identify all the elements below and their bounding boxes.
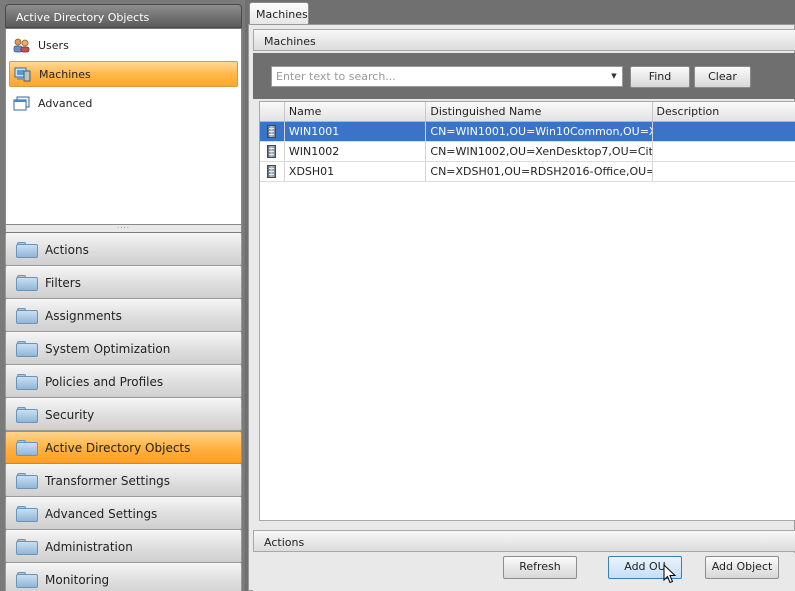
group-security[interactable]: Security	[5, 398, 242, 431]
cell-name: XDSH01	[285, 162, 427, 181]
search-placeholder: Enter text to search...	[276, 70, 396, 83]
group-label: Assignments	[45, 308, 122, 323]
group-label: Monitoring	[45, 572, 110, 587]
nav-item-label: Users	[38, 38, 69, 52]
machines-icon	[14, 67, 31, 82]
nav-items-list: Users Machines Advanced	[5, 29, 242, 225]
table-row[interactable]: WIN1001 CN=WIN1001,OU=Win10Common,OU=Xe.…	[260, 122, 795, 142]
column-header-distinguished-name[interactable]: Distinguished Name	[426, 102, 653, 121]
nav-item-machines[interactable]: Machines	[9, 61, 238, 87]
table-row[interactable]: XDSH01 CN=XDSH01,OU=RDSH2016-Office,OU=X…	[260, 162, 795, 182]
advanced-icon	[13, 96, 30, 111]
tab-machines[interactable]: Machines	[249, 2, 309, 25]
panel-splitter[interactable]: ....	[5, 223, 242, 232]
navigation-groups: Actions Filters Assignments System Optim…	[5, 233, 242, 591]
table-header: Name Distinguished Name Description	[260, 102, 795, 122]
chevron-down-icon[interactable]: ▼	[608, 69, 620, 83]
cell-name: WIN1001	[285, 122, 427, 141]
nav-item-label: Advanced	[38, 96, 93, 110]
folder-icon	[16, 340, 38, 357]
group-label: Active Directory Objects	[45, 440, 191, 455]
group-label: Policies and Profiles	[45, 374, 164, 389]
folder-icon	[16, 241, 38, 258]
search-input[interactable]: Enter text to search... ▼	[271, 66, 623, 87]
left-navigation-panel: Active Directory Objects Users Machines …	[0, 0, 245, 591]
folder-icon	[16, 538, 38, 555]
group-transformer-settings[interactable]: Transformer Settings	[5, 464, 242, 497]
refresh-button[interactable]: Refresh	[503, 556, 577, 579]
group-policies-and-profiles[interactable]: Policies and Profiles	[5, 365, 242, 398]
actions-bar: Refresh Add OU Add Object	[253, 553, 795, 591]
nav-item-advanced[interactable]: Advanced	[9, 90, 238, 116]
clear-button[interactable]: Clear	[694, 66, 751, 88]
group-administration[interactable]: Administration	[5, 530, 242, 563]
column-header-description[interactable]: Description	[653, 102, 795, 121]
add-object-button[interactable]: Add Object	[705, 556, 779, 579]
column-header-name[interactable]: Name	[285, 102, 427, 121]
group-label: System Optimization	[45, 341, 171, 356]
folder-icon	[16, 571, 38, 588]
cell-description	[653, 142, 795, 161]
group-system-optimization[interactable]: System Optimization	[5, 332, 242, 365]
cell-description	[653, 122, 795, 141]
group-label: Advanced Settings	[45, 506, 158, 521]
group-assignments[interactable]: Assignments	[5, 299, 242, 332]
group-label: Filters	[45, 275, 81, 290]
pane-title: Active Directory Objects	[5, 4, 242, 28]
group-label: Actions	[45, 242, 89, 257]
group-actions[interactable]: Actions	[5, 233, 242, 266]
folder-icon	[16, 274, 38, 291]
cell-distinguished-name: CN=WIN1002,OU=XenDesktop7,OU=Citri...	[426, 142, 653, 161]
cell-distinguished-name: CN=WIN1001,OU=Win10Common,OU=Xe...	[426, 122, 653, 141]
cell-distinguished-name: CN=XDSH01,OU=RDSH2016-Office,OU=X...	[426, 162, 653, 181]
folder-icon	[16, 439, 38, 456]
group-monitoring[interactable]: Monitoring	[5, 563, 242, 591]
server-icon	[267, 125, 277, 138]
group-label: Transformer Settings	[45, 473, 171, 488]
group-active-directory-objects[interactable]: Active Directory Objects	[5, 431, 242, 464]
document-body: Machines Enter text to search... ▼ Find …	[248, 24, 795, 591]
folder-icon	[16, 472, 38, 489]
folder-icon	[16, 373, 38, 390]
column-header-icon[interactable]	[260, 102, 285, 121]
cell-description	[653, 162, 795, 181]
actions-section-header: Actions	[253, 530, 795, 552]
group-label: Administration	[45, 539, 133, 554]
cell-name: WIN1002	[285, 142, 427, 161]
main-content-area: Machines Machines Enter text to search..…	[246, 0, 795, 591]
mouse-cursor-icon	[663, 564, 677, 584]
users-icon	[13, 38, 30, 53]
find-button[interactable]: Find	[630, 66, 690, 88]
group-filters[interactable]: Filters	[5, 266, 242, 299]
nav-item-label: Machines	[39, 67, 91, 81]
server-icon	[267, 145, 277, 158]
machines-table: Name Distinguished Name Description WIN1…	[259, 101, 795, 521]
table-row[interactable]: WIN1002 CN=WIN1002,OU=XenDesktop7,OU=Cit…	[260, 142, 795, 162]
folder-icon	[16, 505, 38, 522]
machines-section-header: Machines	[253, 29, 795, 51]
server-icon	[267, 165, 277, 178]
folder-icon	[16, 406, 38, 423]
folder-icon	[16, 307, 38, 324]
search-bar: Enter text to search... ▼ Find Clear	[253, 53, 795, 99]
group-label: Security	[45, 407, 95, 422]
nav-item-users[interactable]: Users	[9, 32, 238, 58]
group-advanced-settings[interactable]: Advanced Settings	[5, 497, 242, 530]
